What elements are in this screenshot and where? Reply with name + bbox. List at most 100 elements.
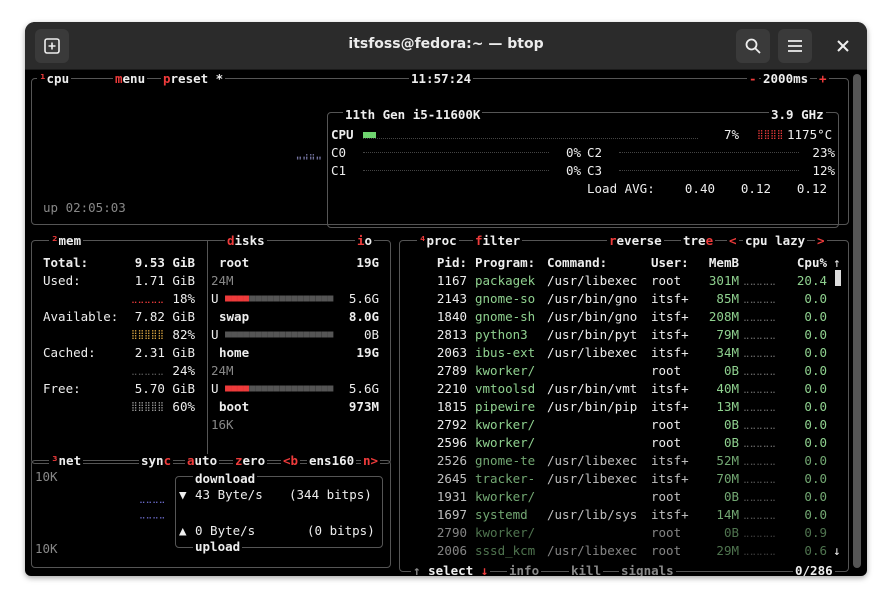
preset-tab[interactable]: preset * — [161, 72, 226, 86]
close-icon — [837, 40, 849, 52]
proc-box-title[interactable]: ⁴proc — [417, 234, 459, 248]
disk-home-used: 5.6G — [348, 381, 379, 396]
proc-scroll-down-icon[interactable]: ↓ — [833, 542, 841, 560]
proc-cell-user: itsf+ — [651, 453, 689, 468]
disk-root-used-bar: ■■■■■■■■■■■■■■■■■■ — [225, 293, 334, 304]
proc-cell-cmd: /usr/libexec — [547, 453, 638, 468]
disks-title[interactable]: disks — [225, 234, 267, 248]
interval-increase[interactable]: + — [817, 72, 829, 86]
disk-swap-used-prefix: U — [211, 327, 219, 342]
net-box-title[interactable]: ³net — [49, 454, 84, 468]
disk-home-name: home — [219, 345, 250, 360]
proc-col-command[interactable]: Command: — [547, 254, 607, 272]
proc-cell-cmd: /usr/bin/gno — [547, 309, 638, 324]
proc-cpu-graph: ⣀⣀⣀⣀⣀ — [743, 510, 776, 520]
proc-count: 0/286 — [793, 563, 835, 576]
proc-cell-user: itsf+ — [651, 399, 689, 414]
mem-total-label: Total: — [43, 255, 89, 270]
proc-tree-toggle[interactable]: tree — [681, 234, 716, 248]
proc-info-button[interactable]: info — [507, 564, 542, 576]
proc-cell-mem: 52M — [716, 453, 739, 468]
proc-signals-button[interactable]: signals — [619, 564, 676, 576]
cpu-graph: ⠀⣀⣠⣤⣀ ⠀⠉⠉⠉⠉ — [289, 149, 322, 168]
net-zero-toggle[interactable]: zero — [233, 454, 268, 468]
proc-sort-next[interactable]: > — [815, 234, 827, 248]
proc-cell-cpu: 0.6 — [804, 543, 827, 558]
terminal-scrollbar[interactable] — [853, 74, 861, 568]
proc-kill-button[interactable]: kill — [569, 564, 604, 576]
disk-boot-size: 973M — [348, 399, 379, 414]
proc-reverse-toggle[interactable]: reverse — [607, 234, 664, 248]
net-scale-top: 10K — [35, 469, 58, 484]
net-prev-interface[interactable]: <b — [281, 454, 301, 468]
proc-cell-pid: 1931 — [436, 489, 467, 504]
proc-cell-user: itsf+ — [651, 309, 689, 324]
cpu-model: 11th Gen i5-11600K — [343, 107, 483, 122]
proc-cell-prog: kworker/ — [475, 435, 536, 450]
menu-button[interactable] — [778, 29, 812, 63]
search-icon — [745, 38, 761, 54]
terminal-window: itsfoss@fedora:~ — btop ¹cpu menu preset… — [25, 22, 867, 576]
proc-cell-user: root — [651, 489, 682, 504]
proc-select-control[interactable]: ↑ select ↓ — [411, 564, 491, 576]
net-next-interface[interactable]: n> — [361, 454, 381, 468]
proc-sort-mode: cpu lazy — [743, 233, 808, 248]
load-avg-1: 0.40 — [684, 181, 715, 196]
core-c1-pct: 0% — [565, 163, 581, 178]
disk-home-used-prefix: U — [211, 381, 219, 396]
net-interface: ens160 — [307, 453, 357, 468]
proc-cell-prog: kworker/ — [475, 525, 536, 540]
proc-cell-mem: 0B — [723, 417, 739, 432]
disk-swap-name: swap — [219, 309, 250, 324]
disk-boot-io: 16K — [211, 417, 234, 432]
proc-cpu-graph: ⣀⣀⣀⣀⣀ — [743, 348, 776, 358]
proc-cell-mem: 0B — [723, 525, 739, 540]
proc-col-cpu[interactable]: Cpu% — [787, 254, 827, 272]
proc-cell-cpu: 0.0 — [804, 399, 827, 414]
net-auto-toggle[interactable]: auto — [185, 454, 220, 468]
proc-col-program[interactable]: Program: — [475, 254, 535, 272]
proc-cell-prog: kworker/ — [475, 363, 536, 378]
proc-cell-pid: 2526 — [436, 453, 467, 468]
core-c0-pct: 0% — [565, 145, 581, 160]
proc-cell-cmd: /usr/libexec — [547, 471, 638, 486]
search-button[interactable] — [736, 29, 770, 63]
proc-cell-cpu: 0.0 — [804, 507, 827, 522]
proc-col-mem[interactable]: MemB — [701, 254, 739, 272]
proc-col-user[interactable]: User: — [651, 254, 689, 272]
proc-scrollbar-thumb[interactable] — [835, 270, 841, 286]
cpu-temp: 1175°C — [787, 127, 833, 142]
menu-tab[interactable]: menu — [113, 72, 148, 86]
proc-cell-cpu: 0.0 — [804, 435, 827, 450]
proc-cell-mem: 301M — [708, 273, 739, 288]
close-button[interactable] — [826, 29, 860, 63]
net-download-arrow: ▼ — [179, 487, 187, 502]
proc-cell-prog: sssd_kcm — [475, 543, 536, 558]
proc-cell-pid: 2790 — [436, 525, 467, 540]
proc-cell-mem: 70M — [716, 471, 739, 486]
mem-box-title[interactable]: ²mem — [49, 234, 84, 248]
mem-used-label: Used: — [43, 273, 81, 288]
io-toggle[interactable]: io — [355, 234, 375, 248]
proc-cell-cpu: 0.0 — [804, 363, 827, 378]
proc-cell-prog: vmtoolsd — [475, 381, 536, 396]
proc-cell-mem: 79M — [716, 327, 739, 342]
proc-cell-cpu: 0.0 — [804, 489, 827, 504]
mem-cached-graph: ⣀⣀⣀⣀⣀ — [131, 366, 164, 376]
cpu-box-title[interactable]: ¹cpu — [37, 72, 72, 86]
proc-sort-prev[interactable]: < — [727, 234, 739, 248]
proc-cell-cmd: /usr/bin/gno — [547, 291, 638, 306]
net-upload-arrow: ▲ — [179, 523, 187, 538]
proc-cell-prog: gnome-so — [475, 291, 536, 306]
cpu-total-label: CPU — [331, 127, 354, 142]
cpu-total-bar-fill — [363, 132, 376, 138]
proc-cell-user: root — [651, 417, 682, 432]
proc-filter[interactable]: filter — [473, 234, 523, 248]
disk-boot-name: boot — [219, 399, 250, 414]
interval-decrease[interactable]: - — [747, 72, 759, 86]
net-upload-label: upload — [193, 539, 243, 554]
net-sync-toggle[interactable]: sync — [139, 454, 174, 468]
mem-available-label: Available: — [43, 309, 119, 324]
core-c2-bar — [619, 152, 799, 153]
proc-col-pid[interactable]: Pid: — [429, 254, 467, 272]
